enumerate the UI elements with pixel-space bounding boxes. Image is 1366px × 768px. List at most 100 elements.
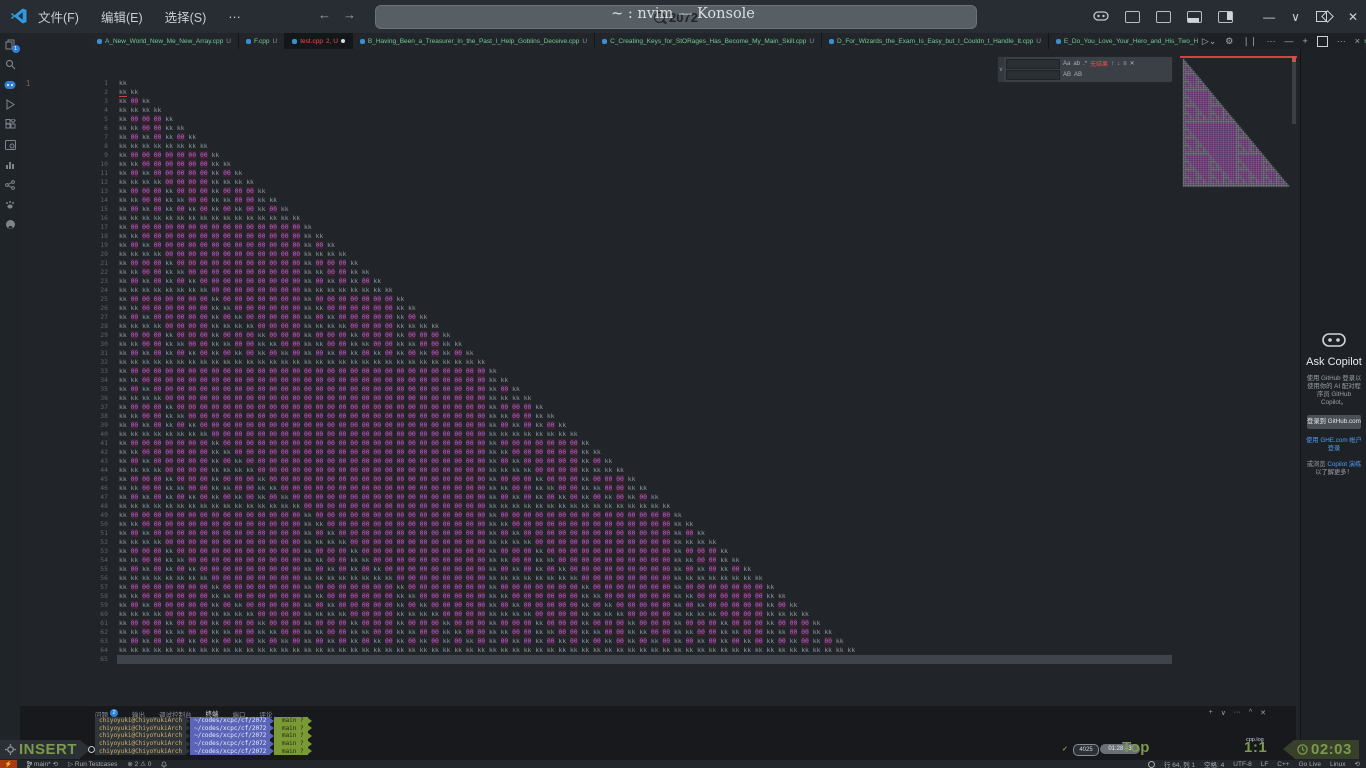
share-icon[interactable] xyxy=(4,178,17,191)
panel-bottom-icon[interactable] xyxy=(1187,11,1202,23)
replace-one-button[interactable]: AB xyxy=(1063,72,1071,78)
status-item[interactable]: ⟲ xyxy=(1355,760,1360,768)
run-testcases-button[interactable]: ▷ Run Testcases xyxy=(68,760,117,768)
line-number: 36 xyxy=(20,394,108,403)
new-tab-plus-icon[interactable]: + xyxy=(1302,36,1307,46)
split-editor-icon[interactable]: ❘❘ xyxy=(1242,36,1257,47)
layout-grid-icon[interactable] xyxy=(1125,11,1140,23)
github-signin-button[interactable]: 登录到 GitHub.com xyxy=(1307,415,1361,429)
chart-icon[interactable] xyxy=(4,158,17,171)
git-branch-item[interactable]: main*⟲ xyxy=(27,760,58,768)
status-item[interactable]: 行 64, 列 1 xyxy=(1164,759,1195,768)
restore-icon[interactable] xyxy=(1317,36,1328,47)
overflow-icon[interactable]: ··· xyxy=(1337,36,1346,46)
nvim-buffer: 1kk2kk kk3kk 00 kk4kk kk kk kk5kk 00 00 … xyxy=(20,79,855,664)
line-number: 45 xyxy=(20,475,108,484)
ghe-signin-link[interactable]: 使用 GHE.com 帐户登录 xyxy=(1306,437,1362,453)
prompt-user-segment: chiyoyuki@ChiyoYukiArch xyxy=(95,747,186,755)
tab[interactable]: A_New_World_New_Me_New_Array.cppU xyxy=(90,33,239,49)
tab[interactable]: F.cppU xyxy=(239,33,285,49)
search-status-icon[interactable] xyxy=(1148,761,1155,768)
search-icon[interactable] xyxy=(4,58,17,71)
editor-line: 49kk 00 00 00 00 00 00 00 00 00 00 00 00… xyxy=(20,511,855,520)
dirty-dot-icon xyxy=(341,39,345,43)
match-case-toggle[interactable]: Aa xyxy=(1063,61,1070,67)
menu-item[interactable]: 文件(F) xyxy=(38,7,79,26)
more-actions-icon[interactable]: ··· xyxy=(1266,36,1275,46)
close-icon[interactable]: × xyxy=(1355,36,1360,46)
panel-action[interactable]: ^ xyxy=(1249,709,1252,717)
line-content: kk 00 00 00 00 00 00 00 00 00 00 00 00 0… xyxy=(119,223,312,232)
line-content: kk 00 00 00 kk 00 00 00 00 00 00 00 00 0… xyxy=(119,259,358,268)
copilot-icon xyxy=(1322,333,1346,348)
line-content: kk kk kk kk kk kk kk kk 00 00 00 00 00 0… xyxy=(119,574,763,583)
close-button[interactable]: ✕ xyxy=(1348,10,1358,24)
minimize-icon[interactable]: — xyxy=(1284,36,1293,46)
extensions-icon[interactable] xyxy=(4,118,17,131)
status-item[interactable]: 空格: 4 xyxy=(1204,759,1224,768)
find-in-selection-button[interactable]: ≡ xyxy=(1123,61,1127,67)
problems-summary[interactable]: ⊗ 2 ⚠ 0 xyxy=(127,760,151,768)
paw-icon[interactable] xyxy=(4,198,17,211)
nav-history-arrows[interactable]: ←→ xyxy=(318,7,368,22)
bell-icon[interactable] xyxy=(161,761,167,768)
line-number: 22 xyxy=(20,268,108,277)
panel-action[interactable]: ··· xyxy=(1234,709,1241,717)
editor-area[interactable]: 1 1kk2kk kk3kk 00 kk4kk kk kk kk5kk 00 0… xyxy=(20,49,1300,706)
panel-right-icon[interactable] xyxy=(1218,11,1233,23)
panel-left-icon[interactable] xyxy=(1156,11,1171,23)
status-item[interactable]: Go Live xyxy=(1299,761,1321,768)
panel-action[interactable]: + xyxy=(1209,709,1213,717)
tab[interactable]: D_For_Wizards_the_Exam_Is_Easy_but_I_Cou… xyxy=(822,33,1049,49)
walkthrough-link[interactable]: Copilot 演练 xyxy=(1327,461,1361,468)
status-item[interactable]: C++ xyxy=(1277,761,1289,768)
panel-action[interactable]: ✕ xyxy=(1260,709,1266,717)
status-item[interactable]: UTF-8 xyxy=(1233,761,1251,768)
minimize-button[interactable]: — xyxy=(1263,10,1275,24)
remote-extension-icon[interactable] xyxy=(4,78,17,91)
terminal-prompt-line: chiyoyuki@ChiyoYukiArch~/codes/xcpc/cf/2… xyxy=(95,740,312,748)
powerline-arrow xyxy=(308,741,312,747)
files-icon[interactable]: 1 xyxy=(4,38,17,51)
status-pill-count: 4025 xyxy=(1073,744,1099,756)
editor-line: 37kk 00 00 00 kk 00 00 00 00 00 00 00 00… xyxy=(20,403,855,412)
status-item[interactable]: LF xyxy=(1261,761,1269,768)
regex-toggle[interactable]: .* xyxy=(1083,61,1087,67)
minimap[interactable] xyxy=(1180,59,1292,188)
line-number: 16 xyxy=(20,214,108,223)
github-icon[interactable] xyxy=(4,218,17,231)
scrollbar-slider[interactable] xyxy=(1292,58,1296,124)
settings-gear-icon[interactable]: ⚙ xyxy=(1225,36,1233,47)
line-content: kk 00 kk 00 kk 00 kk 00 00 00 00 00 00 0… xyxy=(119,421,566,430)
remote-indicator[interactable]: ⚡ xyxy=(0,760,17,768)
line-number: 58 xyxy=(20,592,108,601)
copilot-icon[interactable] xyxy=(1093,11,1109,22)
close-find-button[interactable]: ✕ xyxy=(1130,60,1135,67)
next-match-button[interactable]: ↓ xyxy=(1117,61,1120,67)
panel-action[interactable]: ∨ xyxy=(1221,709,1226,717)
editor-line: 55kk 00 kk 00 kk 00 kk 00 00 00 00 00 00… xyxy=(20,565,855,574)
live-preview-icon[interactable] xyxy=(4,138,17,151)
replace-input[interactable] xyxy=(1006,70,1060,80)
run-debug-icon[interactable] xyxy=(4,98,17,111)
line-content: kk kk 00 00 00 00 00 00 kk kk 00 00 00 0… xyxy=(119,592,786,601)
find-input[interactable] xyxy=(1006,59,1060,69)
replace-all-button[interactable]: AB xyxy=(1074,72,1082,78)
run-button[interactable]: ▷⌄ xyxy=(1202,36,1216,47)
status-item[interactable]: Linux xyxy=(1330,761,1346,768)
chevron-down-icon[interactable]: ∨ xyxy=(1291,10,1300,24)
tab[interactable]: B_Having_Been_a_Treasurer_In_the_Past_I_… xyxy=(353,33,595,49)
menu-item[interactable]: 编辑(E) xyxy=(101,7,143,26)
tab[interactable]: test.cpp2, U xyxy=(285,33,353,49)
menu-item[interactable]: ··· xyxy=(228,10,241,24)
editor-line: 31kk 00 kk 00 kk 00 kk 00 kk 00 kk 00 kk… xyxy=(20,349,855,358)
tab-label: C_Creating_Keys_for_StORages_Has_Become_… xyxy=(610,38,806,45)
prev-match-button[interactable]: ↑ xyxy=(1111,61,1114,67)
tab[interactable]: C_Creating_Keys_for_StORages_Has_Become_… xyxy=(595,33,822,49)
whole-word-toggle[interactable]: ab xyxy=(1073,61,1080,67)
line-number: 34 xyxy=(20,376,108,385)
clock-segment: 02:03 xyxy=(1294,740,1359,759)
terminal-output[interactable]: chiyoyuki@ChiyoYukiArch~/codes/xcpc/cf/2… xyxy=(95,717,312,755)
activity-bar: 1 xyxy=(0,33,20,765)
menu-item[interactable]: 选择(S) xyxy=(165,7,207,26)
